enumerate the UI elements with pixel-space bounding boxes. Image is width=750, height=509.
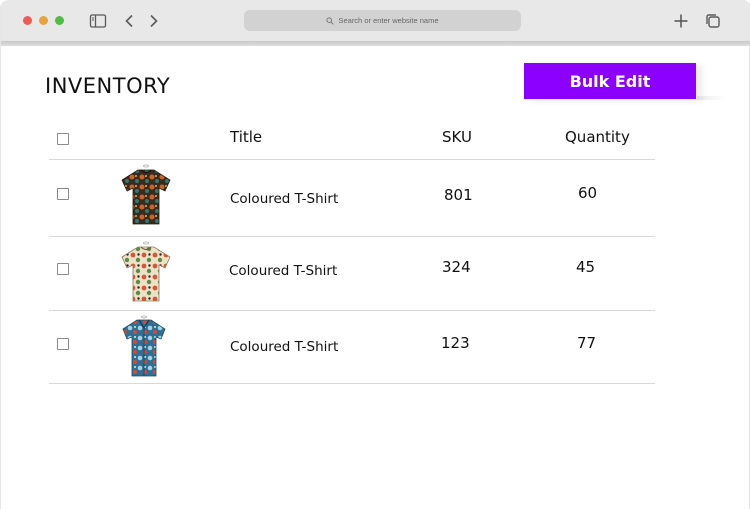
row-checkbox[interactable] <box>57 188 69 200</box>
toolbar-divider <box>1 41 750 46</box>
row-checkbox[interactable] <box>57 338 69 350</box>
select-all-checkbox[interactable] <box>57 133 69 145</box>
row-title: Coloured T-Shirt <box>230 339 339 355</box>
table-divider <box>49 310 655 311</box>
row-quantity: 45 <box>576 258 596 276</box>
bulk-edit-button[interactable]: Bulk Edit <box>524 63 696 99</box>
maximize-window-button[interactable] <box>55 16 64 25</box>
tab-overview-icon[interactable] <box>704 12 722 30</box>
search-icon <box>326 16 335 25</box>
table-divider <box>49 159 655 160</box>
row-quantity: 77 <box>577 334 597 352</box>
sidebar-toggle-icon[interactable] <box>89 12 107 30</box>
close-window-button[interactable] <box>23 16 32 25</box>
back-arrow-icon[interactable] <box>121 12 139 30</box>
row-checkbox[interactable] <box>57 263 69 275</box>
address-placeholder: Search or enter website name <box>338 16 439 25</box>
button-shadow <box>697 96 727 100</box>
table-divider <box>49 236 655 237</box>
table-divider <box>49 383 655 384</box>
column-header-quantity[interactable]: Quantity <box>565 128 630 146</box>
page-title: INVENTORY <box>45 74 171 98</box>
row-title: Coloured T-Shirt <box>229 263 338 279</box>
row-sku: 801 <box>444 186 473 204</box>
product-image-shirt <box>122 315 166 377</box>
product-image-tshirt <box>121 241 171 302</box>
minimize-window-button[interactable] <box>39 16 48 25</box>
product-image-tshirt <box>121 164 171 225</box>
forward-arrow-icon[interactable] <box>145 12 163 30</box>
address-bar[interactable]: Search or enter website name <box>244 10 521 31</box>
row-sku: 123 <box>441 334 470 352</box>
row-title: Coloured T-Shirt <box>230 191 339 207</box>
new-tab-icon[interactable] <box>672 12 690 30</box>
row-sku: 324 <box>442 258 471 276</box>
row-quantity: 60 <box>578 184 598 202</box>
browser-window: Search or enter website name INVENTORY B… <box>0 0 750 509</box>
browser-toolbar: Search or enter website name <box>1 0 750 41</box>
column-header-sku[interactable]: SKU <box>442 128 472 146</box>
column-header-title[interactable]: Title <box>230 128 262 146</box>
